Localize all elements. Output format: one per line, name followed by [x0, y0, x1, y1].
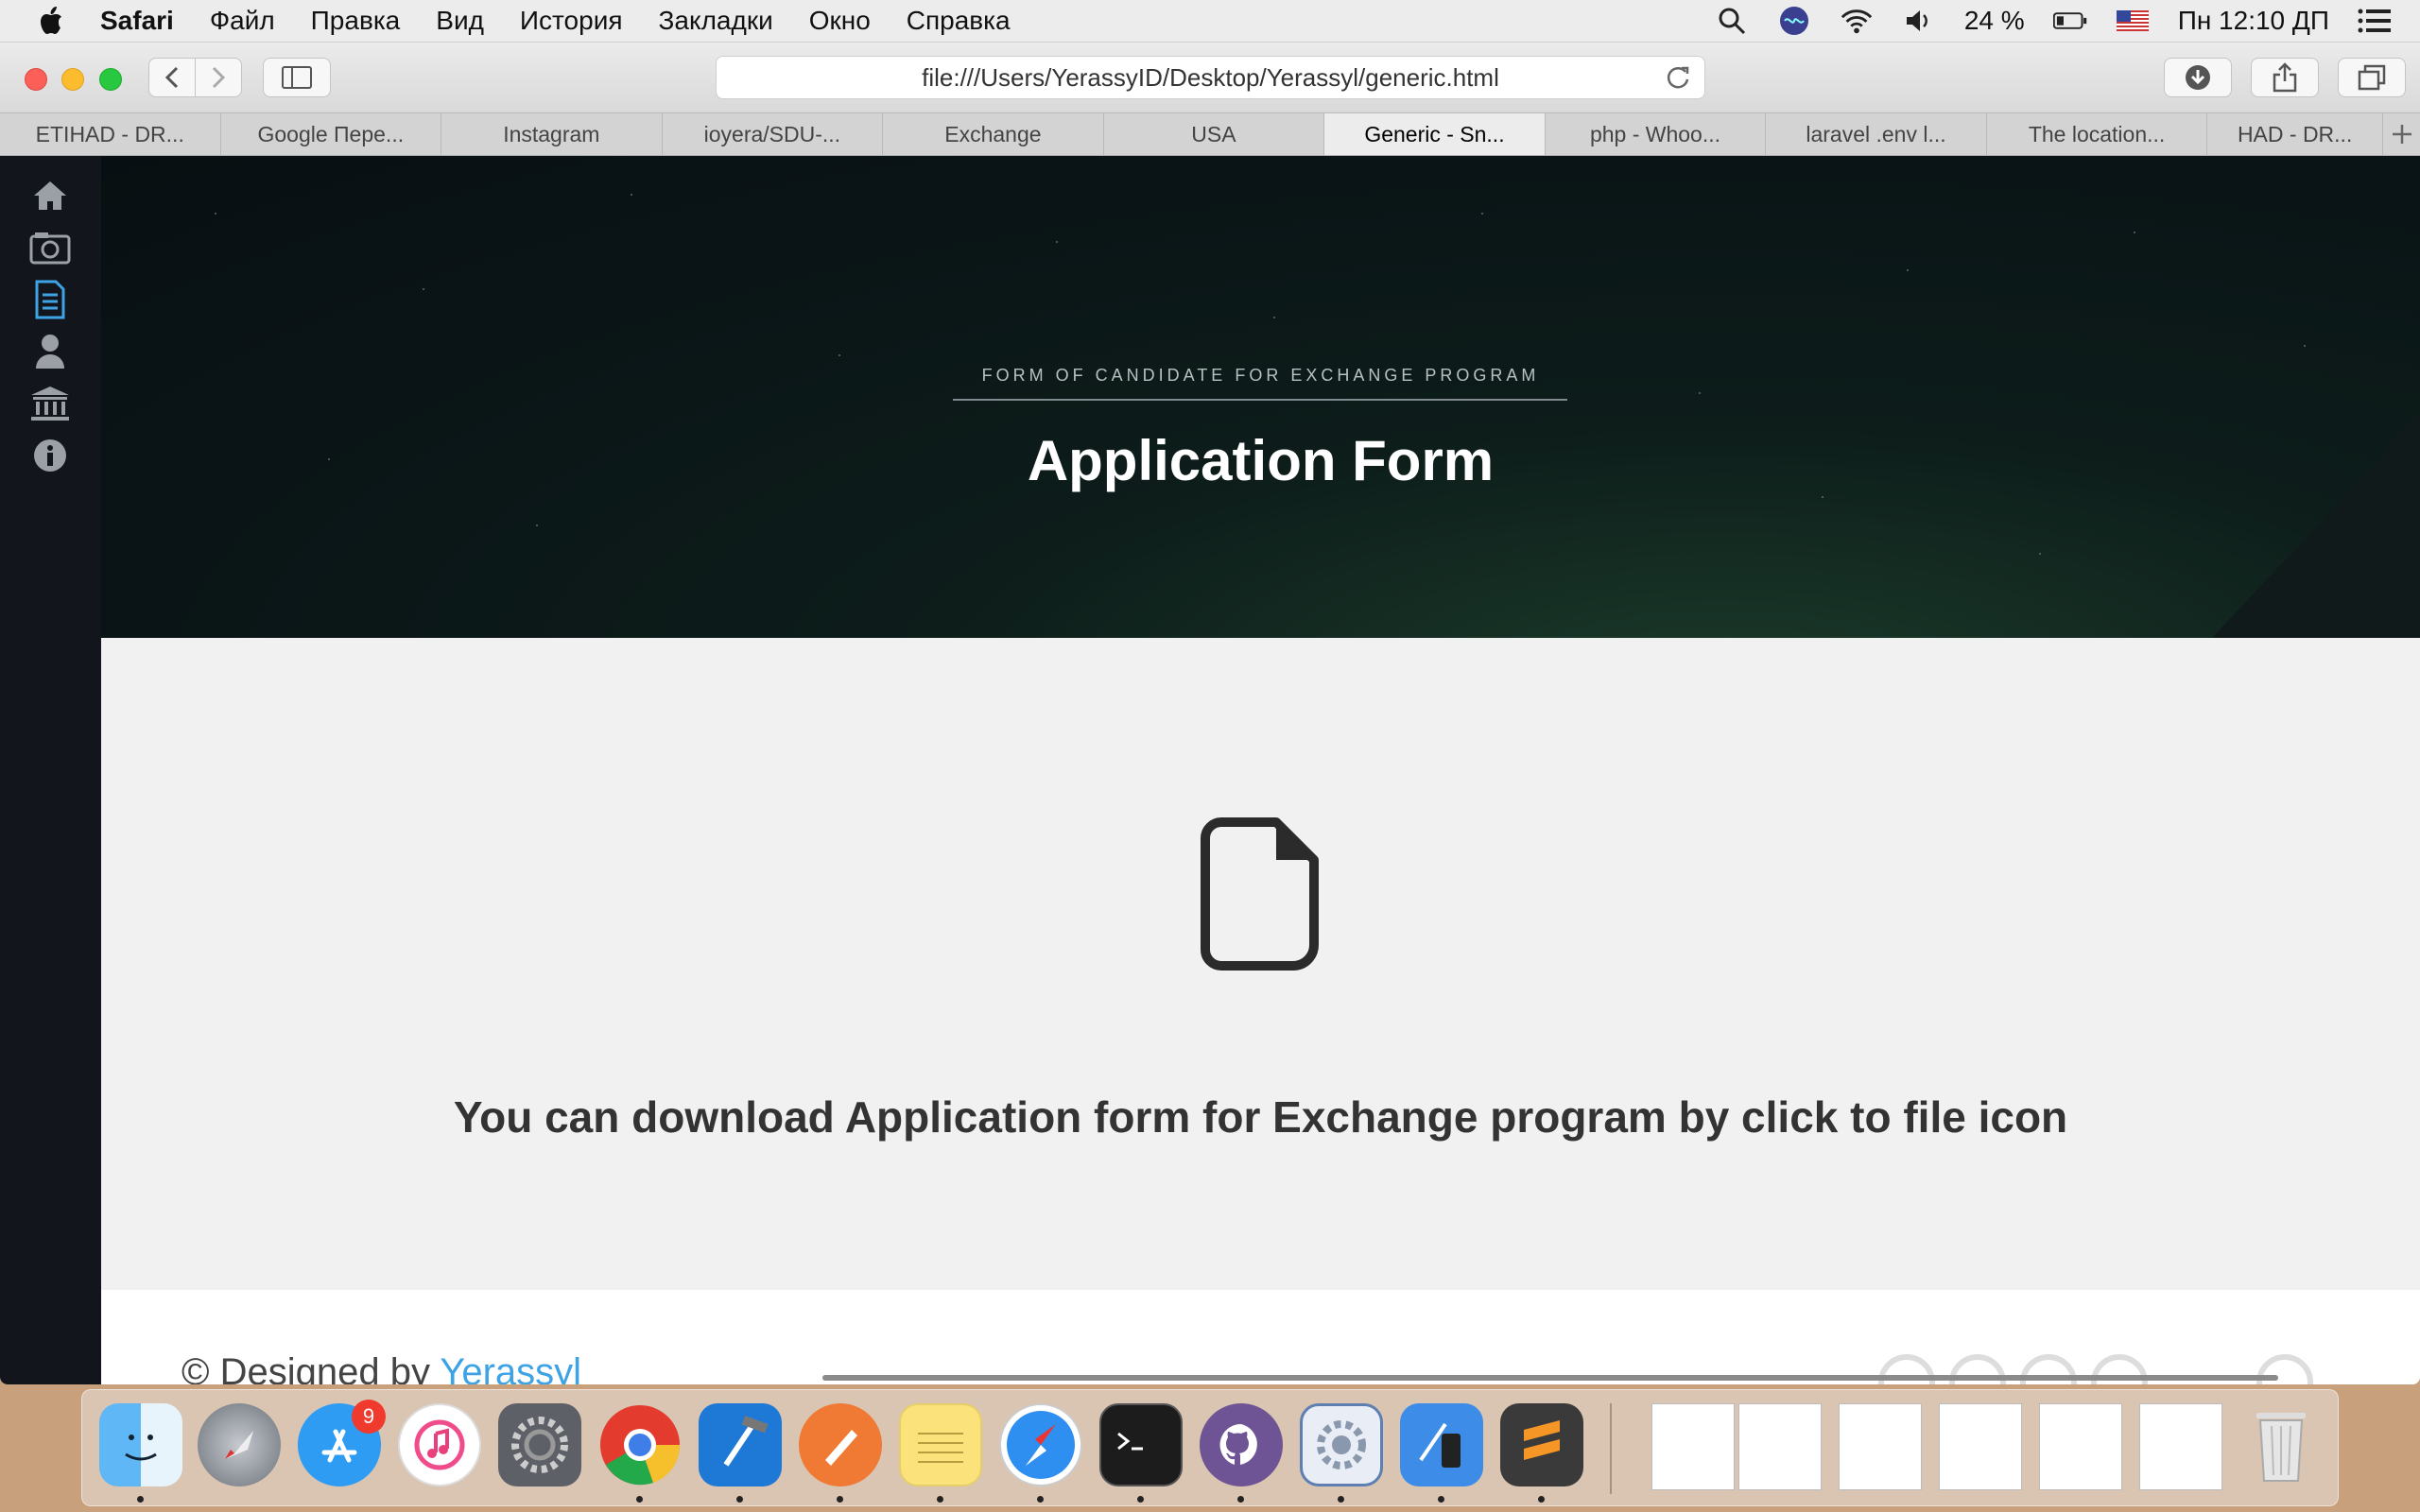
plus-icon — [2392, 125, 2411, 144]
tab-generic[interactable]: Generic - Sn... — [1324, 113, 1546, 155]
page-banner: FORM OF CANDIDATE FOR EXCHANGE PROGRAM A… — [101, 156, 2420, 638]
main-section: You can download Application form for Ex… — [101, 638, 2420, 1290]
sidebar-icon — [282, 66, 312, 89]
banner-subtitle: FORM OF CANDIDATE FOR EXCHANGE PROGRAM — [981, 366, 1540, 385]
document-thumbnail[interactable] — [1651, 1403, 1735, 1490]
tab-php-whoo[interactable]: php - Whoo... — [1546, 113, 1767, 155]
downloads-button[interactable] — [2164, 58, 2232, 97]
terminal-icon[interactable] — [1099, 1403, 1183, 1486]
tab-laravel-env[interactable]: laravel .env l... — [1766, 113, 1987, 155]
show-tabs-button[interactable] — [2338, 58, 2406, 97]
menu-history[interactable]: История — [520, 6, 623, 36]
banner-divider — [953, 399, 1567, 401]
footer-credit-text: © Designed by — [182, 1351, 430, 1384]
tab-the-location[interactable]: The location... — [1987, 113, 2208, 155]
chevron-right-icon — [212, 66, 226, 89]
app-menu-safari[interactable]: Safari — [100, 6, 174, 36]
footer-author-link[interactable]: Yerassyl — [440, 1351, 581, 1384]
sublime-text-icon[interactable] — [1500, 1403, 1583, 1486]
itunes-icon[interactable] — [398, 1403, 481, 1486]
page-title: Application Form — [1027, 429, 1495, 492]
file-icon[interactable] — [1201, 817, 1320, 971]
dock: 9 — [81, 1389, 2339, 1506]
notes-icon[interactable] — [899, 1403, 982, 1486]
tab-bar: ETIHAD - DR... Google Пере... Instagram … — [0, 113, 2420, 156]
tab-usa[interactable]: USA — [1104, 113, 1325, 155]
menu-bookmarks[interactable]: Закладки — [659, 6, 773, 36]
user-icon[interactable] — [26, 331, 74, 372]
horizontal-scrollbar[interactable] — [822, 1375, 2278, 1381]
sketch-window-thumbnail[interactable] — [1839, 1403, 1922, 1490]
share-button[interactable] — [2251, 58, 2319, 97]
network-utility-icon[interactable] — [1300, 1403, 1383, 1486]
github-desktop-icon[interactable] — [1200, 1403, 1283, 1486]
tab-exchange[interactable]: Exchange — [883, 113, 1104, 155]
menu-bar: Safari Файл Правка Вид История Закладки … — [0, 0, 2420, 43]
spotlight-search-icon[interactable] — [1715, 7, 1749, 35]
tab-instagram[interactable]: Instagram — [441, 113, 663, 155]
sidebar-toggle-button[interactable] — [263, 58, 331, 97]
back-button[interactable] — [148, 58, 196, 97]
share-icon — [2273, 62, 2297, 93]
menu-help[interactable]: Справка — [907, 6, 1011, 36]
apple-icon[interactable] — [36, 5, 64, 37]
battery-percent: 24 % — [1963, 6, 2025, 35]
footer-credit: © Designed by Yerassyl — [182, 1351, 581, 1384]
siri-icon[interactable] — [1777, 7, 1811, 35]
menu-edit[interactable]: Правка — [311, 6, 401, 36]
close-window-button[interactable] — [25, 68, 47, 91]
xcode-icon[interactable] — [699, 1403, 782, 1486]
app-store-badge: 9 — [352, 1400, 386, 1434]
minimize-window-button[interactable] — [61, 68, 84, 91]
finder-icon[interactable] — [99, 1403, 182, 1486]
simulator-icon[interactable] — [1400, 1403, 1483, 1486]
bank-icon[interactable] — [26, 383, 74, 424]
camera-icon[interactable] — [26, 227, 74, 268]
chevron-left-icon — [164, 66, 179, 89]
tabs-overview-icon — [2358, 64, 2386, 91]
reload-icon[interactable] — [1665, 64, 1691, 91]
safari-window: file:///Users/YerassyID/Desktop/Yerassyl… — [0, 43, 2420, 1384]
github-window-thumbnail[interactable] — [2139, 1403, 2222, 1490]
clock[interactable]: Пн 12:10 ДП — [2178, 6, 2329, 36]
launchpad-icon[interactable] — [198, 1403, 281, 1486]
menu-view[interactable]: Вид — [436, 6, 484, 36]
tab-etihad[interactable]: ETIHAD - DR... — [0, 113, 221, 155]
address-bar[interactable]: file:///Users/YerassyID/Desktop/Yerassyl… — [716, 56, 1705, 99]
home-icon[interactable] — [26, 175, 74, 216]
volume-icon[interactable] — [1902, 7, 1936, 35]
chrome-icon[interactable] — [598, 1403, 682, 1486]
browser-toolbar: file:///Users/YerassyID/Desktop/Yerassyl… — [0, 43, 2420, 113]
status-area: 24 % Пн 12:10 ДП — [1715, 0, 2392, 42]
notes-window-thumbnail[interactable] — [1939, 1403, 2022, 1490]
trash-icon[interactable] — [2239, 1403, 2323, 1486]
sketch-pen-icon[interactable] — [799, 1403, 882, 1486]
forward-button[interactable] — [195, 58, 242, 97]
us-flag-icon[interactable] — [2116, 7, 2150, 35]
finder-window-thumbnail[interactable] — [1738, 1403, 1822, 1490]
tab-google-translate[interactable]: Google Пере... — [221, 113, 442, 155]
menu-window[interactable]: Окно — [809, 6, 871, 36]
site-sidebar — [0, 156, 101, 1384]
info-icon[interactable] — [26, 435, 74, 476]
download-icon — [2186, 65, 2210, 90]
page-footer: © Designed by Yerassyl — [101, 1290, 2420, 1384]
network-utility-window-thumbnail[interactable] — [2039, 1403, 2122, 1490]
zoom-window-button[interactable] — [99, 68, 122, 91]
dock-separator — [1610, 1403, 1612, 1494]
menu-file[interactable]: Файл — [210, 6, 275, 36]
tab-etihad-2[interactable]: HAD - DR... — [2207, 113, 2383, 155]
wifi-icon[interactable] — [1840, 7, 1874, 35]
safari-icon[interactable] — [999, 1403, 1082, 1486]
battery-icon[interactable] — [2052, 7, 2087, 35]
download-instructions: You can download Application form for Ex… — [453, 1092, 2068, 1142]
new-tab-button[interactable] — [2383, 113, 2420, 155]
system-preferences-icon[interactable] — [498, 1403, 581, 1486]
web-page: FORM OF CANDIDATE FOR EXCHANGE PROGRAM A… — [0, 156, 2420, 1384]
url-text[interactable]: file:///Users/YerassyID/Desktop/Yerassyl… — [922, 63, 1499, 93]
tab-ioyera-sdu[interactable]: ioyera/SDU-... — [663, 113, 884, 155]
notification-center-icon[interactable] — [2358, 7, 2392, 35]
document-icon[interactable] — [26, 279, 74, 320]
